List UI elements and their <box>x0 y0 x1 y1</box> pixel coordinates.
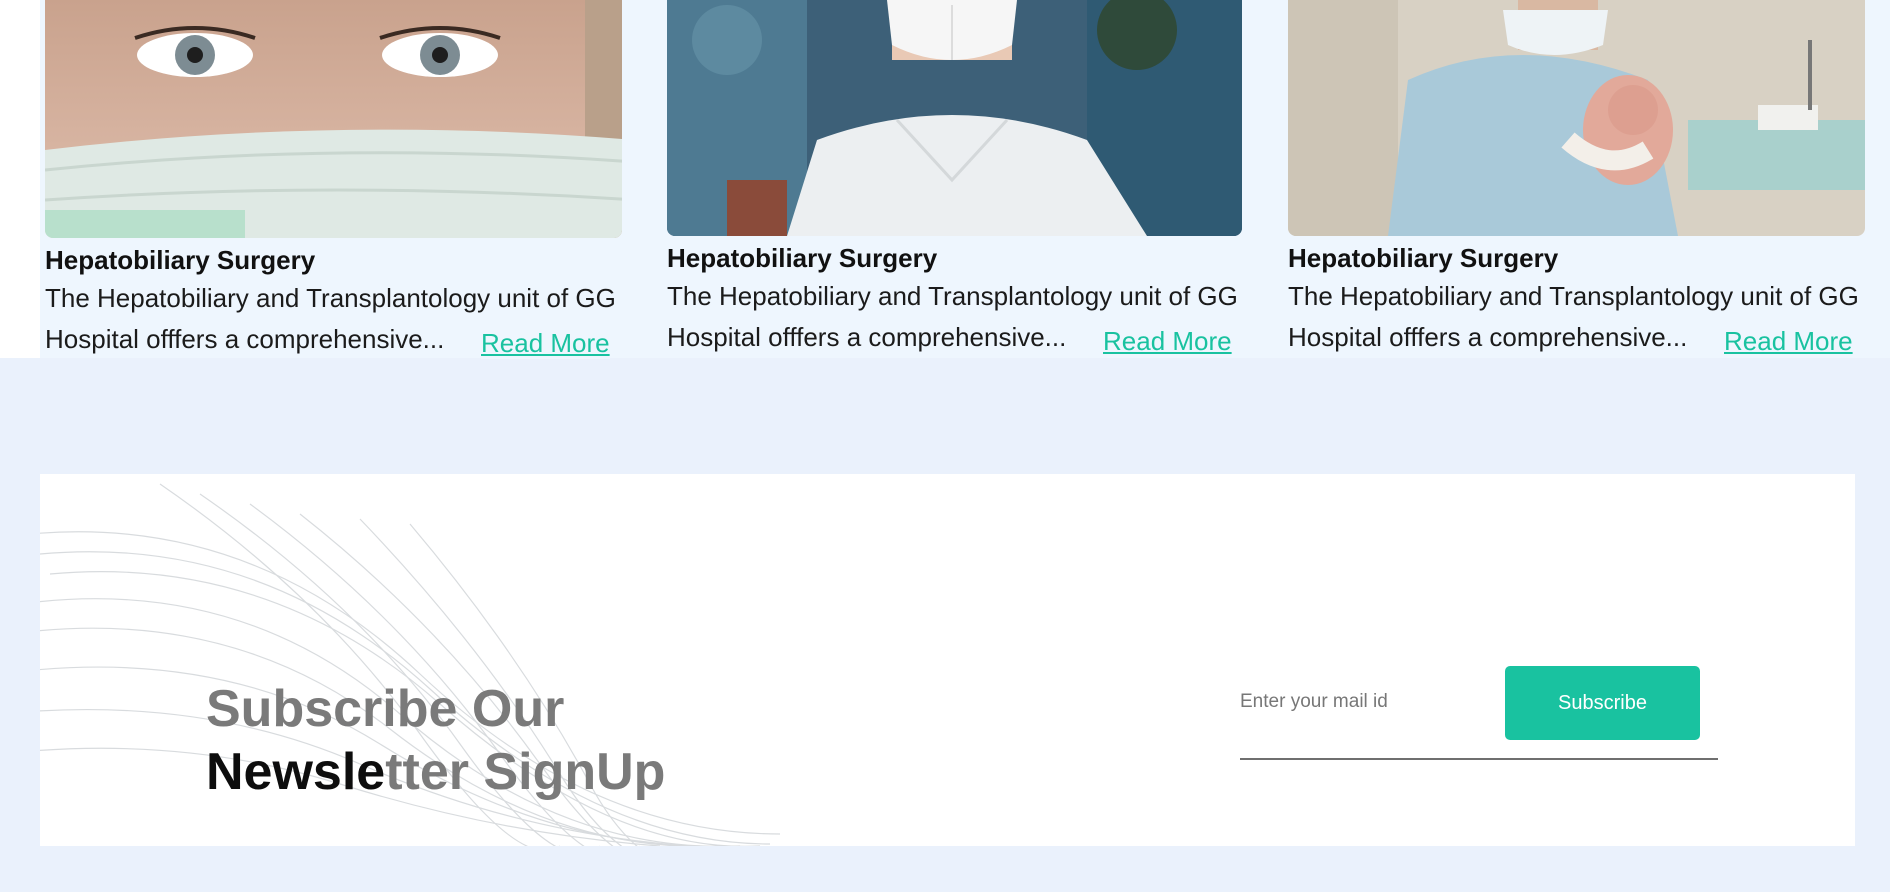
cards-section: Hepatobiliary Surgery The Hepatobiliary … <box>0 0 1890 358</box>
newsletter-title-line2-light: tter SignUp <box>385 743 666 801</box>
doctor-with-newborn-photo <box>1288 0 1865 236</box>
service-card: Hepatobiliary Surgery The Hepatobiliary … <box>1288 0 1890 358</box>
card-title: Hepatobiliary Surgery <box>667 243 938 273</box>
card-title: Hepatobiliary Surgery <box>1288 243 1559 273</box>
subscribe-form: Subscribe <box>1240 666 1718 760</box>
read-more-link[interactable]: Read More <box>1724 325 1853 357</box>
newsletter-section: Subscribe Our Newsletter SignUp Subscrib… <box>40 474 1855 846</box>
read-more-link[interactable]: Read More <box>1103 325 1232 357</box>
card-title: Hepatobiliary Surgery <box>45 245 316 275</box>
read-more-link[interactable]: Read More <box>481 327 610 359</box>
man-in-mask-photo <box>667 0 1242 236</box>
left-edge-strip <box>0 0 40 358</box>
doctor-mask-photo <box>45 0 622 238</box>
subscribe-button[interactable]: Subscribe <box>1505 666 1700 740</box>
newsletter-title: Subscribe Our Newsletter SignUp <box>206 678 806 804</box>
newsletter-title-line2-dark: Newsle <box>206 743 386 801</box>
email-input[interactable] <box>1240 682 1500 722</box>
newsletter-title-line1: Subscribe Our <box>206 680 565 738</box>
service-card: Hepatobiliary Surgery The Hepatobiliary … <box>667 0 1307 358</box>
service-card: Hepatobiliary Surgery The Hepatobiliary … <box>45 0 685 360</box>
